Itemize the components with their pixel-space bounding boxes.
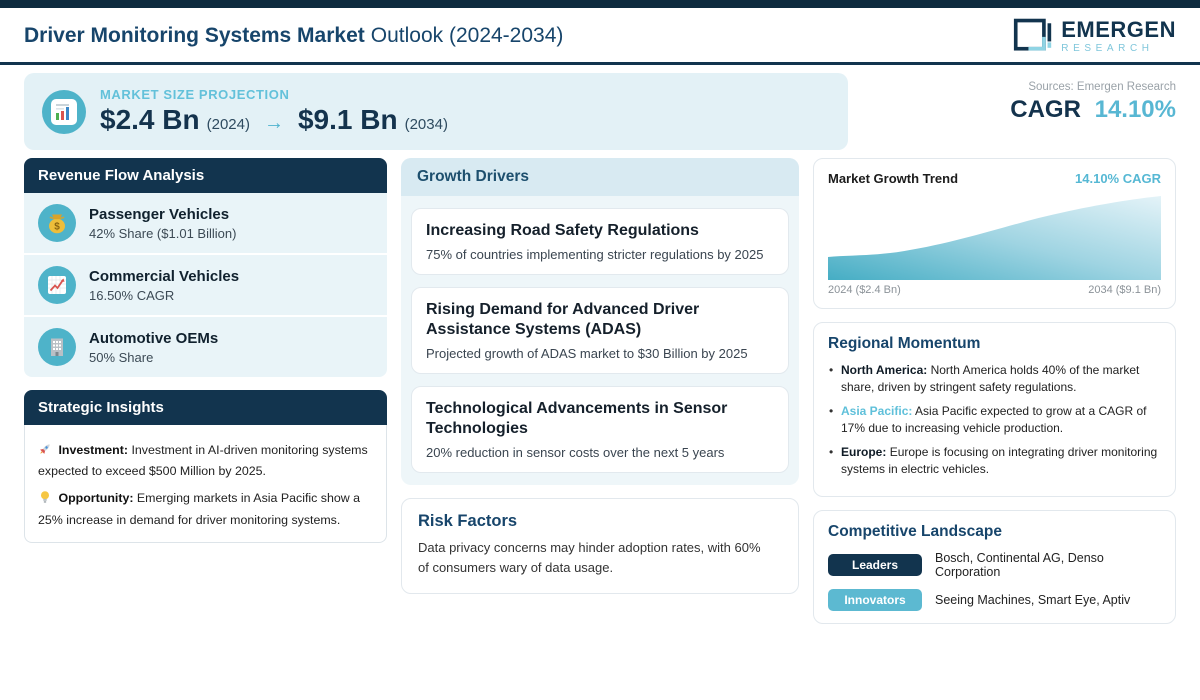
regional-momentum-card: Regional Momentum North America: North A… — [813, 322, 1176, 498]
top-accent-bar — [0, 0, 1200, 8]
driver-stat: 20% reduction in sensor costs over the n… — [426, 445, 725, 460]
driver-title: Technological Advancements in Sensor Tec… — [426, 400, 728, 437]
regional-momentum-title: Regional Momentum — [828, 335, 981, 352]
region-item-asia-pacific: Asia Pacific: Asia Pacific expected to g… — [828, 403, 1161, 438]
risk-factors-title: Risk Factors — [418, 512, 518, 530]
segment-title: Passenger Vehicles — [89, 205, 230, 223]
strategic-insights-header: Strategic Insights — [24, 390, 387, 425]
cagr-line: CAGR 14.10% — [864, 96, 1176, 124]
region-item-north-america: North America: North America holds 40% o… — [828, 362, 1161, 397]
insight-opportunity: Opportunity: Emerging markets in Asia Pa… — [38, 489, 373, 529]
bar-chart-icon — [42, 89, 86, 134]
emergen-logo-icon — [1014, 18, 1052, 51]
revenue-row-text: Commercial Vehicles 16.50% CAGR — [89, 268, 239, 303]
emergen-logo: EMERGEN RESEARCH — [1013, 16, 1176, 56]
segment-stat: 42% Share ($1.01 Billion) — [89, 225, 237, 241]
sources-note: Sources: Emergen Research — [1028, 81, 1176, 93]
market-size-banner-row: MARKET SIZE PROJECTION $2.4 Bn (2024) → … — [24, 73, 1176, 150]
main-columns: Revenue Flow Analysis $ Passenger Vehicl… — [24, 158, 1176, 637]
middle-column: Growth Drivers Increasing Road Safety Re… — [401, 158, 799, 594]
trend-cagr-badge: 14.10% CAGR — [1075, 171, 1161, 186]
cagr-label: CAGR — [1010, 96, 1081, 123]
leaders-companies: Bosch, Continental AG, Denso Corporation — [935, 551, 1104, 580]
cagr-value: 14.10% — [1094, 96, 1176, 123]
value-2034: $9.1 Bn — [297, 104, 398, 135]
region-text: Europe is focusing on integrating driver… — [841, 444, 1158, 476]
trend-start-label: 2024 ($2.4 Bn) — [828, 284, 901, 296]
market-size-label: MARKET SIZE PROJECTION — [100, 87, 290, 102]
risk-factors-card: Risk Factors Data privacy concerns may h… — [401, 498, 799, 594]
innovators-companies: Seeing Machines, Smart Eye, Aptiv — [935, 593, 1131, 608]
revenue-flow-header: Revenue Flow Analysis — [24, 158, 387, 193]
building-icon — [38, 328, 76, 366]
revenue-row-oems: Automotive OEMs 50% Share — [24, 315, 387, 377]
arrow-right-icon: → — [263, 112, 284, 134]
insight-label: Investment: — [58, 443, 128, 457]
growth-area-chart — [828, 196, 1161, 280]
growth-drivers-panel: Growth Drivers Increasing Road Safety Re… — [401, 158, 799, 485]
page-title: Driver Monitoring Systems Market Outlook … — [24, 24, 563, 48]
strategic-insights-panel: Strategic Insights Investment: Investmen… — [24, 390, 387, 543]
revenue-flow-panel: Revenue Flow Analysis $ Passenger Vehicl… — [24, 158, 387, 377]
trend-end-label: 2034 ($9.1 Bn) — [1088, 284, 1161, 296]
cagr-block: Sources: Emergen Research CAGR 14.10% — [864, 73, 1176, 150]
revenue-row-text: Passenger Vehicles 42% Share ($1.01 Bill… — [89, 206, 236, 241]
segment-title: Automotive OEMs — [89, 329, 219, 347]
driver-stat: 75% of countries implementing stricter r… — [426, 247, 764, 262]
insight-investment: Investment: Investment in AI-driven moni… — [38, 441, 373, 481]
segment-stat: 16.50% CAGR — [89, 287, 175, 303]
innovators-badge: Innovators — [828, 589, 922, 612]
rocket-icon — [38, 442, 52, 462]
competitive-landscape-title: Competitive Landscape — [828, 523, 1002, 541]
strategic-insights-body: Investment: Investment in AI-driven moni… — [24, 425, 387, 543]
line-chart-icon — [38, 266, 76, 304]
revenue-row-commercial: Commercial Vehicles 16.50% CAGR — [24, 253, 387, 315]
driver-title: Increasing Road Safety Regulations — [426, 222, 699, 239]
trend-header: Market Growth Trend 14.10% CAGR — [828, 171, 1161, 186]
page-title-strong: Driver Monitoring Systems Market — [24, 24, 365, 47]
value-2024: $2.4 Bn — [100, 104, 200, 135]
region-label: Asia Pacific: — [841, 403, 913, 418]
year-2034: (2034) — [404, 116, 448, 133]
region-label: Europe: — [841, 444, 887, 459]
left-column: Revenue Flow Analysis $ Passenger Vehicl… — [24, 158, 387, 543]
bulb-icon — [38, 490, 52, 510]
money-bag-icon: $ — [38, 204, 76, 242]
growth-driver-card: Increasing Road Safety Regulations 75% o… — [411, 208, 789, 275]
year-2024: (2024) — [206, 116, 250, 133]
market-growth-trend-card: Market Growth Trend 14.10% CAGR 2024 ($2… — [813, 158, 1176, 309]
market-size-values: $2.4 Bn (2024) → $9.1 Bn (2034) — [100, 104, 448, 136]
region-item-europe: Europe: Europe is focusing on integratin… — [828, 444, 1161, 479]
market-size-banner: MARKET SIZE PROJECTION $2.4 Bn (2024) → … — [24, 73, 848, 150]
driver-stat: Projected growth of ADAS market to $30 B… — [426, 346, 748, 361]
trend-title: Market Growth Trend — [828, 171, 959, 186]
market-size-text: MARKET SIZE PROJECTION $2.4 Bn (2024) → … — [100, 87, 448, 136]
region-label: North America: — [841, 363, 928, 377]
risk-factors-text: Data privacy concerns may hinder adoptio… — [418, 540, 761, 575]
header: Driver Monitoring Systems Market Outlook … — [0, 8, 1200, 65]
insight-label: Opportunity: — [58, 491, 134, 506]
logo-text: EMERGEN RESEARCH — [1061, 16, 1176, 54]
growth-driver-card: Rising Demand for Advanced Driver Assist… — [411, 287, 789, 374]
segment-title: Commercial Vehicles — [89, 267, 240, 285]
page-title-rest: Outlook (2024-2034) — [370, 24, 564, 47]
revenue-row-passenger: $ Passenger Vehicles 42% Share ($1.01 Bi… — [24, 193, 387, 253]
leaders-badge: Leaders — [828, 554, 922, 577]
competitive-row-innovators: Innovators Seeing Machines, Smart Eye, A… — [828, 589, 1161, 612]
trend-axis-labels: 2024 ($2.4 Bn) 2034 ($9.1 Bn) — [828, 284, 1161, 296]
competitive-row-leaders: Leaders Bosch, Continental AG, Denso Cor… — [828, 551, 1161, 579]
logo-line2: RESEARCH — [1061, 42, 1154, 54]
competitive-landscape-card: Competitive Landscape Leaders Bosch, Con… — [813, 510, 1176, 625]
regional-list: North America: North America holds 40% o… — [828, 362, 1161, 478]
logo-line1: EMERGEN — [1061, 16, 1176, 42]
driver-title: Rising Demand for Advanced Driver Assist… — [426, 301, 700, 338]
right-column: Market Growth Trend 14.10% CAGR 2024 ($2… — [813, 158, 1176, 637]
revenue-row-text: Automotive OEMs 50% Share — [89, 330, 218, 365]
revenue-rows: $ Passenger Vehicles 42% Share ($1.01 Bi… — [24, 193, 387, 377]
svg-text:$: $ — [54, 222, 60, 233]
growth-drivers-header: Growth Drivers — [401, 158, 799, 196]
growth-driver-card: Technological Advancements in Sensor Tec… — [411, 386, 789, 473]
segment-stat: 50% Share — [89, 349, 154, 365]
